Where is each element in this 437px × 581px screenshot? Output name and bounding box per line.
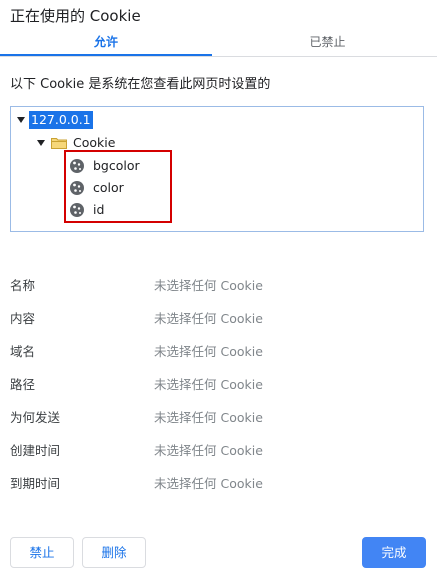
detail-row-send-for: 为何发送 未选择任何 Cookie <box>10 402 430 435</box>
annotation-highlight-box <box>64 150 172 223</box>
detail-row-content: 内容 未选择任何 Cookie <box>10 303 430 336</box>
cookie-tree[interactable]: 127.0.0.1 Cookie bgcolor color id <box>10 106 424 232</box>
tab-blocked[interactable]: 已禁止 <box>218 30 437 56</box>
detail-row-path: 路径 未选择任何 Cookie <box>10 369 430 402</box>
tree-node-root-label[interactable]: 127.0.0.1 <box>29 111 93 129</box>
detail-label: 内容 <box>10 311 36 326</box>
detail-value: 未选择任何 Cookie <box>154 344 263 359</box>
block-button[interactable]: 禁止 <box>10 537 74 568</box>
detail-value: 未选择任何 Cookie <box>154 410 263 425</box>
detail-label: 为何发送 <box>10 410 61 425</box>
detail-row-domain: 域名 未选择任何 Cookie <box>10 336 430 369</box>
tab-allowed[interactable]: 允许 <box>0 30 212 56</box>
detail-value: 未选择任何 Cookie <box>154 311 263 326</box>
detail-value: 未选择任何 Cookie <box>154 476 263 491</box>
tree-node-root[interactable]: 127.0.0.1 <box>17 111 93 129</box>
expand-triangle-icon[interactable] <box>17 117 25 123</box>
folder-icon <box>51 137 67 149</box>
done-button[interactable]: 完成 <box>362 537 426 568</box>
detail-label: 名称 <box>10 278 36 293</box>
detail-label: 创建时间 <box>10 443 61 458</box>
detail-label: 路径 <box>10 377 36 392</box>
tab-bar: 允许 已禁止 <box>0 30 437 57</box>
detail-row-name: 名称 未选择任何 Cookie <box>10 270 430 303</box>
detail-label: 域名 <box>10 344 36 359</box>
cookie-description: 以下 Cookie 是系统在您查看此网页时设置的 <box>10 77 271 92</box>
detail-label: 到期时间 <box>10 476 61 491</box>
remove-button[interactable]: 删除 <box>82 537 146 568</box>
detail-value: 未选择任何 Cookie <box>154 377 263 392</box>
cookie-details: 名称 未选择任何 Cookie 内容 未选择任何 Cookie 域名 未选择任何… <box>10 270 430 501</box>
detail-row-created: 创建时间 未选择任何 Cookie <box>10 435 430 468</box>
detail-value: 未选择任何 Cookie <box>154 443 263 458</box>
expand-triangle-icon[interactable] <box>37 140 45 146</box>
detail-value: 未选择任何 Cookie <box>154 278 263 293</box>
detail-row-expires: 到期时间 未选择任何 Cookie <box>10 468 430 501</box>
dialog-title: 正在使用的 Cookie <box>10 7 141 25</box>
